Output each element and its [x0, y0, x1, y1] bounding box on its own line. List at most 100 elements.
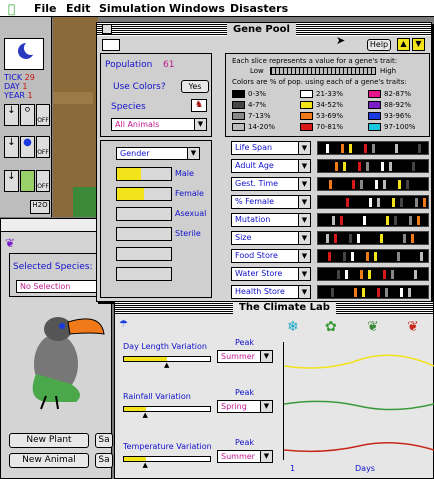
- side-action-button-1[interactable]: Sa: [95, 433, 113, 448]
- trait-select[interactable]: Water Store ▼: [231, 267, 311, 281]
- trait-slice: [377, 288, 380, 297]
- legend-label: 4-7%: [248, 101, 267, 109]
- legend-label: 93-96%: [384, 112, 411, 120]
- trait-slice: [329, 180, 332, 189]
- peak-label: Peak: [235, 438, 254, 447]
- trait-slice: [383, 270, 386, 279]
- yes-button[interactable]: Yes: [181, 80, 209, 93]
- h2o-button[interactable]: H2O: [30, 200, 50, 214]
- legend-label: 7-13%: [248, 112, 271, 120]
- trait-slice: [423, 198, 426, 207]
- trait-select[interactable]: Gest. Time ▼: [231, 177, 311, 191]
- peak-season-text: Summer: [221, 352, 255, 361]
- scroll-down-icon[interactable]: ▼: [412, 38, 425, 51]
- chevron-down-icon: ▼: [298, 214, 310, 226]
- trait-select[interactable]: Health Store ▼: [231, 285, 311, 299]
- slider-thumb-icon[interactable]: ▲: [164, 361, 169, 369]
- trait-slice: [408, 288, 411, 297]
- menu-disasters[interactable]: Disasters: [230, 2, 288, 15]
- chevron-down-icon: ▼: [298, 196, 310, 208]
- moon-shadow: [24, 41, 38, 55]
- climate-titlebar[interactable]: The Climate Lab: [115, 302, 433, 314]
- trait-select[interactable]: Mutation ▼: [231, 213, 311, 227]
- trait-bar: [317, 249, 429, 263]
- slider-thumb-icon[interactable]: ▲: [143, 411, 148, 419]
- peak-season-text: Spring: [221, 402, 247, 411]
- help-button[interactable]: Help: [367, 39, 391, 51]
- animal-icon[interactable]: ♞: [191, 99, 207, 112]
- temp-down-button[interactable]: ↓: [4, 104, 19, 126]
- menu-simulation[interactable]: Simulation: [99, 2, 166, 15]
- day-length-curve: [283, 354, 434, 369]
- trait-select[interactable]: Adult Age ▼: [231, 159, 311, 173]
- legend-info-2: Colors are % of pop. using each of a gen…: [232, 78, 407, 86]
- trait-slice: [346, 198, 349, 207]
- gender-select[interactable]: Gender ▼: [116, 147, 200, 160]
- scroll-up-icon[interactable]: ▲: [397, 38, 410, 51]
- thermometer-icon[interactable]: ⚪: [20, 104, 35, 126]
- trait-slice: [366, 252, 369, 261]
- trait-label: Size: [235, 233, 252, 242]
- rain-down-button[interactable]: ↓: [4, 136, 19, 158]
- apple-menu-icon[interactable]: : [8, 2, 15, 16]
- trait-slice: [395, 144, 398, 153]
- trait-slice: [385, 288, 388, 297]
- chevron-down-icon: ▼: [260, 351, 272, 362]
- menu-edit[interactable]: Edit: [66, 2, 90, 15]
- spring-plant-icon[interactable]: ✿: [325, 319, 337, 335]
- trait-label: Health Store: [235, 287, 285, 296]
- summer-leaf-icon[interactable]: ❦: [367, 319, 379, 335]
- variation-slider[interactable]: ▲: [123, 356, 211, 369]
- variation-slider[interactable]: ▲: [123, 456, 211, 469]
- side-action-button-2[interactable]: Sa: [95, 453, 113, 468]
- trait-select[interactable]: Size ▼: [231, 231, 311, 245]
- legend-swatch: [300, 112, 313, 120]
- trait-slice: [335, 162, 338, 171]
- legend-swatch: [300, 101, 313, 109]
- trait-slice: [366, 162, 369, 171]
- trait-bar: [317, 177, 429, 191]
- trait-bar: [317, 141, 429, 155]
- trait-slice: [351, 252, 354, 261]
- new-animal-button[interactable]: New Animal: [9, 453, 89, 468]
- species-select-text: All Animals: [115, 120, 160, 129]
- variation-slider[interactable]: ▲: [123, 406, 211, 419]
- slider-thumb-icon[interactable]: ▲: [143, 461, 148, 469]
- trait-select[interactable]: Food Store ▼: [231, 249, 311, 263]
- peak-season-select[interactable]: Summer ▼: [217, 450, 273, 463]
- off-toggle-2[interactable]: OFF: [36, 136, 50, 158]
- trait-slice: [364, 144, 367, 153]
- year-label: YEAR: [4, 91, 25, 100]
- off-toggle-1[interactable]: OFF: [36, 104, 50, 126]
- trait-slice: [417, 216, 420, 225]
- trait-slice: [349, 144, 352, 153]
- gene-pool-titlebar[interactable]: Gene Pool: [97, 23, 431, 36]
- variation-slider-fill: [124, 357, 167, 361]
- climate-variation-label: Rainfall Variation: [123, 392, 191, 401]
- legend-label: 53-69%: [316, 112, 343, 120]
- peak-season-text: Summer: [221, 452, 255, 461]
- landscape-icon[interactable]: [20, 170, 35, 192]
- trait-bar: [317, 267, 429, 281]
- peak-season-select[interactable]: Summer ▼: [217, 350, 273, 363]
- trait-bar: [317, 195, 429, 209]
- menu-file[interactable]: File: [34, 2, 57, 15]
- trait-select[interactable]: Life Span ▼: [231, 141, 311, 155]
- new-plant-button[interactable]: New Plant: [9, 433, 89, 448]
- off-toggle-3[interactable]: OFF: [36, 170, 50, 192]
- species-select[interactable]: All Animals ▼: [111, 118, 207, 131]
- species-selection-field[interactable]: No Selection: [16, 280, 108, 293]
- trait-select[interactable]: % Female ▼: [231, 195, 311, 209]
- season-down-button[interactable]: ↓: [4, 170, 19, 192]
- water-drop-icon[interactable]: ●: [20, 136, 35, 158]
- trait-slice: [394, 216, 397, 225]
- winter-snowflake-icon[interactable]: ❄: [287, 319, 299, 335]
- legend-label: 88-92%: [384, 101, 411, 109]
- menu-windows[interactable]: Windows: [169, 2, 225, 15]
- peak-season-select[interactable]: Spring ▼: [217, 400, 273, 413]
- close-box-icon[interactable]: [102, 24, 112, 34]
- gene-pool-menu-icon[interactable]: [102, 39, 120, 51]
- gene-pool-title: Gene Pool: [227, 23, 296, 36]
- fall-leaf-icon[interactable]: ❦: [407, 319, 419, 335]
- legend-swatch: [368, 101, 381, 109]
